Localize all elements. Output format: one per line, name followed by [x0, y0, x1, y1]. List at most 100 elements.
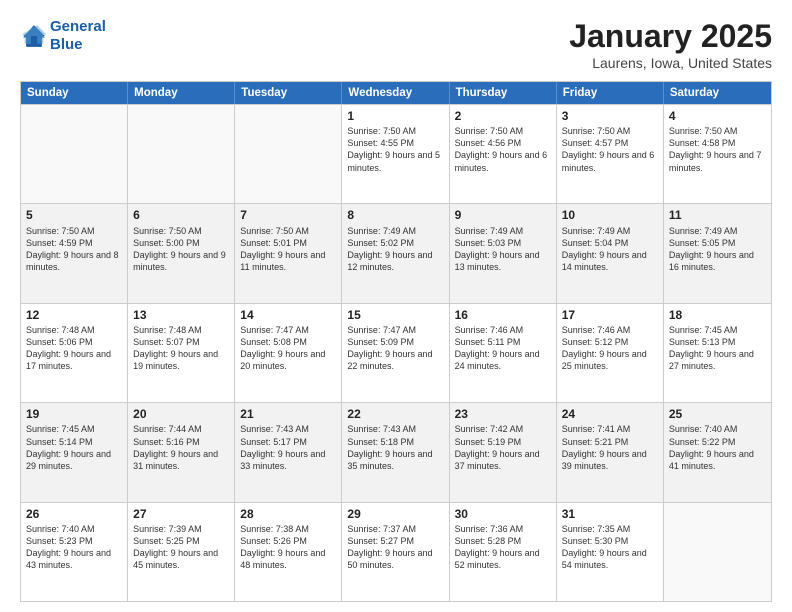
calendar-cell: 30Sunrise: 7:36 AM Sunset: 5:28 PM Dayli…: [450, 503, 557, 601]
day-number: 10: [562, 207, 658, 223]
day-info: Sunrise: 7:37 AM Sunset: 5:27 PM Dayligh…: [347, 523, 443, 572]
calendar-subtitle: Laurens, Iowa, United States: [569, 55, 772, 71]
calendar-header-cell: Saturday: [664, 82, 771, 104]
day-number: 27: [133, 506, 229, 522]
calendar-cell: 3Sunrise: 7:50 AM Sunset: 4:57 PM Daylig…: [557, 105, 664, 203]
day-info: Sunrise: 7:49 AM Sunset: 5:02 PM Dayligh…: [347, 225, 443, 274]
calendar-cell: 29Sunrise: 7:37 AM Sunset: 5:27 PM Dayli…: [342, 503, 449, 601]
day-number: 25: [669, 406, 766, 422]
logo-icon: [20, 22, 48, 50]
calendar-cell: 12Sunrise: 7:48 AM Sunset: 5:06 PM Dayli…: [21, 304, 128, 402]
calendar: SundayMondayTuesdayWednesdayThursdayFrid…: [20, 81, 772, 602]
day-info: Sunrise: 7:50 AM Sunset: 4:59 PM Dayligh…: [26, 225, 122, 274]
calendar-cell: 7Sunrise: 7:50 AM Sunset: 5:01 PM Daylig…: [235, 204, 342, 302]
day-number: 24: [562, 406, 658, 422]
day-number: 6: [133, 207, 229, 223]
day-info: Sunrise: 7:49 AM Sunset: 5:05 PM Dayligh…: [669, 225, 766, 274]
calendar-week: 26Sunrise: 7:40 AM Sunset: 5:23 PM Dayli…: [21, 502, 771, 601]
day-number: 21: [240, 406, 336, 422]
header: General Blue January 2025 Laurens, Iowa,…: [20, 18, 772, 71]
day-info: Sunrise: 7:50 AM Sunset: 4:55 PM Dayligh…: [347, 125, 443, 174]
day-info: Sunrise: 7:48 AM Sunset: 5:07 PM Dayligh…: [133, 324, 229, 373]
calendar-cell: 11 Sunrise: 7:49 AM Sunset: 5:05 PM Dayli…: [664, 204, 771, 302]
day-number: 13: [133, 307, 229, 323]
calendar-cell: 26Sunrise: 7:40 AM Sunset: 5:23 PM Dayli…: [21, 503, 128, 601]
calendar-cell: 13Sunrise: 7:48 AM Sunset: 5:07 PM Dayli…: [128, 304, 235, 402]
day-info: Sunrise: 7:49 AM Sunset: 5:03 PM Dayligh…: [455, 225, 551, 274]
day-number: 28: [240, 506, 336, 522]
day-number: 15: [347, 307, 443, 323]
day-number: 19: [26, 406, 122, 422]
calendar-cell: 2Sunrise: 7:50 AM Sunset: 4:56 PM Daylig…: [450, 105, 557, 203]
day-number: 23: [455, 406, 551, 422]
calendar-cell: 27Sunrise: 7:39 AM Sunset: 5:25 PM Dayli…: [128, 503, 235, 601]
calendar-header-cell: Monday: [128, 82, 235, 104]
calendar-cell: 24Sunrise: 7:41 AM Sunset: 5:21 PM Dayli…: [557, 403, 664, 501]
day-number: 22: [347, 406, 443, 422]
calendar-cell: 22Sunrise: 7:43 AM Sunset: 5:18 PM Dayli…: [342, 403, 449, 501]
calendar-cell: [664, 503, 771, 601]
day-number: 26: [26, 506, 122, 522]
calendar-week: 1Sunrise: 7:50 AM Sunset: 4:55 PM Daylig…: [21, 104, 771, 203]
calendar-cell: 23Sunrise: 7:42 AM Sunset: 5:19 PM Dayli…: [450, 403, 557, 501]
calendar-header-cell: Tuesday: [235, 82, 342, 104]
calendar-cell: 4Sunrise: 7:50 AM Sunset: 4:58 PM Daylig…: [664, 105, 771, 203]
day-info: Sunrise: 7:44 AM Sunset: 5:16 PM Dayligh…: [133, 423, 229, 472]
day-number: 14: [240, 307, 336, 323]
logo-text: General Blue: [50, 18, 106, 54]
calendar-cell: 5 Sunrise: 7:50 AM Sunset: 4:59 PM Daylig…: [21, 204, 128, 302]
day-number: 4: [669, 108, 766, 124]
day-info: Sunrise: 7:45 AM Sunset: 5:13 PM Dayligh…: [669, 324, 766, 373]
day-info: Sunrise: 7:43 AM Sunset: 5:17 PM Dayligh…: [240, 423, 336, 472]
day-number: 11: [669, 207, 766, 223]
day-number: 18: [669, 307, 766, 323]
day-info: Sunrise: 7:39 AM Sunset: 5:25 PM Dayligh…: [133, 523, 229, 572]
day-info: Sunrise: 7:50 AM Sunset: 4:58 PM Dayligh…: [669, 125, 766, 174]
day-info: Sunrise: 7:49 AM Sunset: 5:04 PM Dayligh…: [562, 225, 658, 274]
day-info: Sunrise: 7:50 AM Sunset: 4:57 PM Dayligh…: [562, 125, 658, 174]
calendar-cell: 15Sunrise: 7:47 AM Sunset: 5:09 PM Dayli…: [342, 304, 449, 402]
calendar-cell: [21, 105, 128, 203]
calendar-cell: 18Sunrise: 7:45 AM Sunset: 5:13 PM Dayli…: [664, 304, 771, 402]
day-info: Sunrise: 7:43 AM Sunset: 5:18 PM Dayligh…: [347, 423, 443, 472]
calendar-cell: 9Sunrise: 7:49 AM Sunset: 5:03 PM Daylig…: [450, 204, 557, 302]
day-number: 5: [26, 207, 122, 223]
calendar-cell: 17Sunrise: 7:46 AM Sunset: 5:12 PM Dayli…: [557, 304, 664, 402]
calendar-cell: 14Sunrise: 7:47 AM Sunset: 5:08 PM Dayli…: [235, 304, 342, 402]
calendar-cell: 8 Sunrise: 7:49 AM Sunset: 5:02 PM Daylig…: [342, 204, 449, 302]
calendar-cell: 28Sunrise: 7:38 AM Sunset: 5:26 PM Dayli…: [235, 503, 342, 601]
day-number: 29: [347, 506, 443, 522]
logo: General Blue: [20, 18, 106, 54]
day-info: Sunrise: 7:47 AM Sunset: 5:09 PM Dayligh…: [347, 324, 443, 373]
day-info: Sunrise: 7:36 AM Sunset: 5:28 PM Dayligh…: [455, 523, 551, 572]
calendar-header: SundayMondayTuesdayWednesdayThursdayFrid…: [21, 82, 771, 104]
day-info: Sunrise: 7:50 AM Sunset: 4:56 PM Dayligh…: [455, 125, 551, 174]
calendar-title: January 2025: [569, 18, 772, 55]
logo-line1: General: [50, 18, 106, 35]
calendar-body: 1Sunrise: 7:50 AM Sunset: 4:55 PM Daylig…: [21, 104, 771, 601]
day-number: 8: [347, 207, 443, 223]
day-info: Sunrise: 7:45 AM Sunset: 5:14 PM Dayligh…: [26, 423, 122, 472]
calendar-cell: 21Sunrise: 7:43 AM Sunset: 5:17 PM Dayli…: [235, 403, 342, 501]
calendar-cell: [128, 105, 235, 203]
day-number: 17: [562, 307, 658, 323]
calendar-cell: 6 Sunrise: 7:50 AM Sunset: 5:00 PM Daylig…: [128, 204, 235, 302]
calendar-cell: 19Sunrise: 7:45 AM Sunset: 5:14 PM Dayli…: [21, 403, 128, 501]
day-info: Sunrise: 7:47 AM Sunset: 5:08 PM Dayligh…: [240, 324, 336, 373]
calendar-cell: 25Sunrise: 7:40 AM Sunset: 5:22 PM Dayli…: [664, 403, 771, 501]
day-info: Sunrise: 7:40 AM Sunset: 5:23 PM Dayligh…: [26, 523, 122, 572]
calendar-cell: 31Sunrise: 7:35 AM Sunset: 5:30 PM Dayli…: [557, 503, 664, 601]
calendar-cell: 1Sunrise: 7:50 AM Sunset: 4:55 PM Daylig…: [342, 105, 449, 203]
day-info: Sunrise: 7:50 AM Sunset: 5:00 PM Dayligh…: [133, 225, 229, 274]
day-info: Sunrise: 7:46 AM Sunset: 5:11 PM Dayligh…: [455, 324, 551, 373]
day-info: Sunrise: 7:41 AM Sunset: 5:21 PM Dayligh…: [562, 423, 658, 472]
day-number: 31: [562, 506, 658, 522]
calendar-cell: 10 Sunrise: 7:49 AM Sunset: 5:04 PM Dayli…: [557, 204, 664, 302]
day-number: 16: [455, 307, 551, 323]
calendar-cell: [235, 105, 342, 203]
day-number: 12: [26, 307, 122, 323]
calendar-header-cell: Friday: [557, 82, 664, 104]
calendar-cell: 16Sunrise: 7:46 AM Sunset: 5:11 PM Dayli…: [450, 304, 557, 402]
calendar-week: 19Sunrise: 7:45 AM Sunset: 5:14 PM Dayli…: [21, 402, 771, 501]
calendar-header-cell: Thursday: [450, 82, 557, 104]
